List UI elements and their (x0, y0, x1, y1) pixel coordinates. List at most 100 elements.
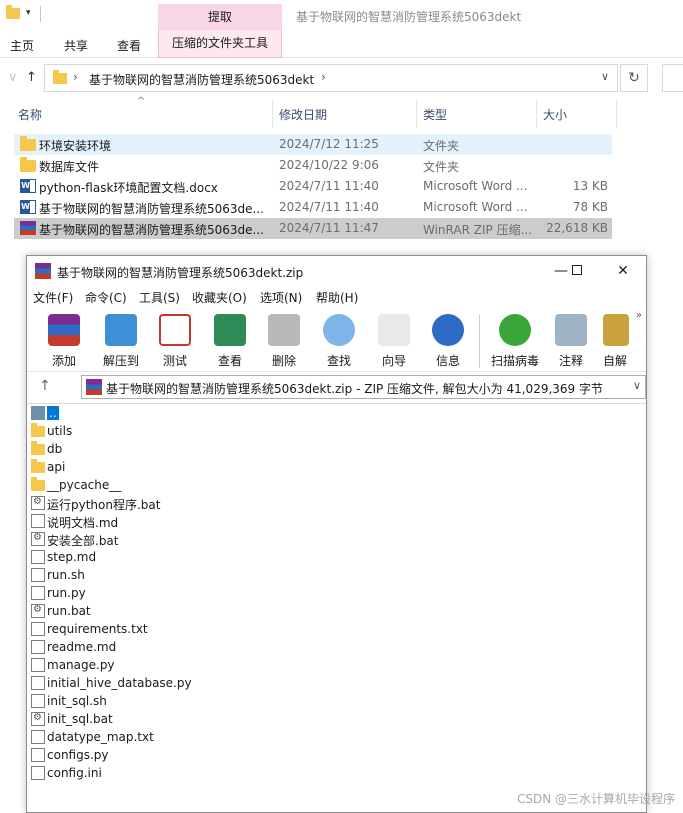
tab-share[interactable]: 共享 (64, 37, 88, 54)
batch-file-icon (31, 604, 45, 618)
file-name: 基于物联网的智慧消防管理系统5063de... (39, 202, 264, 216)
ribbon-tabs: 主页 共享 查看 压缩的文件夹工具 (0, 30, 683, 58)
item-name: run.py (47, 586, 86, 600)
find-label: 查找 (326, 354, 351, 368)
file-row[interactable]: 数据库文件 2024/10/22 9:06 文件夹 (14, 155, 612, 176)
recent-locations-icon[interactable]: ∨ (8, 70, 18, 85)
folder-icon (20, 157, 36, 172)
item-name: run.bat (47, 604, 91, 618)
close-button[interactable]: ✕ (608, 260, 638, 282)
wizard-label: 向导 (381, 354, 406, 368)
archive-path-text: 基于物联网的智慧消防管理系统5063dekt.zip - ZIP 压缩文件, 解… (106, 382, 603, 396)
item-name: init_sql.sh (47, 694, 107, 708)
file-date: 2024/7/11 11:40 (279, 179, 379, 193)
column-header-date[interactable]: 修改日期 (279, 104, 327, 128)
item-name: 说明文档.md (47, 516, 119, 530)
file-row[interactable]: 基于物联网的智慧消防管理系统5063de... 2024/7/11 11:47 … (14, 218, 612, 239)
file-row[interactable]: 基于物联网的智慧消防管理系统5063de... 2024/7/11 11:40 … (14, 197, 612, 218)
column-header-size[interactable]: 大小 (543, 104, 567, 128)
archive-file-list[interactable]: .. utils db api __pycache__ 运行python程序.b… (27, 403, 646, 813)
file-icon (31, 550, 45, 564)
item-name: api (47, 460, 66, 474)
winrar-titlebar: 基于物联网的智慧消防管理系统5063dekt.zip — ✕ (27, 256, 646, 286)
delete-button[interactable]: 删除 (259, 312, 309, 370)
column-divider[interactable] (536, 100, 537, 128)
view-button[interactable]: 查看 (205, 312, 255, 370)
add-button[interactable]: 添加 (39, 312, 89, 370)
sfx-button[interactable]: 自解 (595, 312, 635, 370)
menu-options[interactable]: 选项(N) (260, 289, 302, 306)
wizard-wand-icon (378, 314, 410, 346)
explorer-titlebar: ▾ 提取 基于物联网的智慧消防管理系统5063dekt (0, 0, 683, 32)
sort-ascending-icon: ^ (137, 96, 146, 107)
refresh-button[interactable]: ↻ (620, 64, 648, 92)
file-size: 78 KB (572, 200, 608, 214)
column-header-name[interactable]: 名称 (18, 104, 42, 128)
virus-scan-button[interactable]: 扫描病毒 (487, 312, 543, 370)
item-name: initial_hive_database.py (47, 676, 192, 690)
add-label: 添加 (51, 354, 76, 368)
toolbar-overflow-icon[interactable]: » (636, 310, 642, 321)
info-button[interactable]: 信息 (423, 312, 473, 370)
address-dropdown-icon[interactable]: ∨ (601, 70, 609, 83)
info-label: 信息 (435, 354, 460, 368)
menu-favorites[interactable]: 收藏夹(O) (192, 289, 247, 306)
file-type: 文件夹 (423, 139, 460, 153)
folder-icon (31, 477, 45, 491)
quick-access-dropdown[interactable]: ▾ (26, 8, 31, 18)
tab-view[interactable]: 查看 (117, 37, 141, 54)
test-button[interactable]: 测试 (150, 312, 200, 370)
file-row[interactable]: 环境安装环境 2024/7/12 11:25 文件夹 (14, 134, 612, 155)
item-name: 运行python程序.bat (47, 498, 161, 512)
batch-file-icon (31, 496, 45, 510)
column-divider[interactable] (272, 100, 273, 128)
up-arrow-icon[interactable]: ↑ (26, 70, 37, 85)
column-divider[interactable] (416, 100, 417, 128)
file-name: 基于物联网的智慧消防管理系统5063de... (39, 223, 264, 237)
menu-tools[interactable]: 工具(S) (139, 289, 180, 306)
folder-icon (31, 459, 45, 473)
menu-file[interactable]: 文件(F) (33, 289, 73, 306)
up-arrow-icon[interactable]: ↑ (39, 378, 51, 394)
breadcrumb[interactable]: 基于物联网的智慧消防管理系统5063dekt (89, 71, 314, 88)
item-name: step.md (47, 550, 97, 564)
breadcrumb-chevron-icon[interactable]: › (73, 70, 78, 84)
file-date: 2024/7/12 11:25 (279, 137, 379, 151)
address-bar[interactable]: › 基于物联网的智慧消防管理系统5063dekt › ∨ (44, 64, 618, 92)
file-date: 2024/7/11 11:47 (279, 221, 379, 235)
comment-label: 注释 (558, 354, 583, 368)
file-date: 2024/7/11 11:40 (279, 200, 379, 214)
file-row[interactable]: python-flask环境配置文档.docx 2024/7/11 11:40 … (14, 176, 612, 197)
column-header-type[interactable]: 类型 (423, 104, 447, 128)
quick-access-folder-icon[interactable] (6, 5, 20, 19)
maximize-button[interactable] (562, 260, 592, 282)
menu-commands[interactable]: 命令(C) (85, 289, 127, 306)
comment-button[interactable]: 注释 (546, 312, 596, 370)
chevron-down-icon[interactable]: ∨ (633, 379, 641, 392)
winrar-title: 基于物联网的智慧消防管理系统5063dekt.zip (57, 266, 304, 280)
tab-home[interactable]: 主页 (10, 37, 34, 54)
breadcrumb-chevron-icon[interactable]: › (321, 70, 326, 84)
file-icon (31, 658, 45, 672)
winrar-archive-icon (86, 379, 102, 395)
column-divider[interactable] (616, 100, 617, 128)
item-name: readme.md (47, 640, 117, 654)
item-name: init_sql.bat (47, 712, 113, 726)
watermark: CSDN @三水计算机毕设程序 (516, 792, 675, 806)
file-size: 22,618 KB (546, 221, 608, 235)
item-name: requirements.txt (47, 622, 148, 636)
find-button[interactable]: 查找 (314, 312, 364, 370)
item-name: datatype_map.txt (47, 730, 154, 744)
toolbar-separator (479, 314, 480, 368)
tab-extract[interactable]: 提取 (158, 4, 282, 32)
tab-compressed-folder-tools[interactable]: 压缩的文件夹工具 (158, 30, 282, 58)
archive-path-field[interactable]: 基于物联网的智慧消防管理系统5063dekt.zip - ZIP 压缩文件, 解… (81, 375, 646, 399)
batch-file-icon (31, 532, 45, 546)
extract-to-button[interactable]: 解压到 (94, 312, 148, 370)
sfx-label: 自解 (602, 354, 627, 368)
wizard-button[interactable]: 向导 (369, 312, 419, 370)
menu-help[interactable]: 帮助(H) (316, 289, 358, 306)
file-icon (31, 640, 45, 654)
item-name: configs.py (47, 748, 109, 762)
search-input[interactable] (662, 64, 683, 92)
